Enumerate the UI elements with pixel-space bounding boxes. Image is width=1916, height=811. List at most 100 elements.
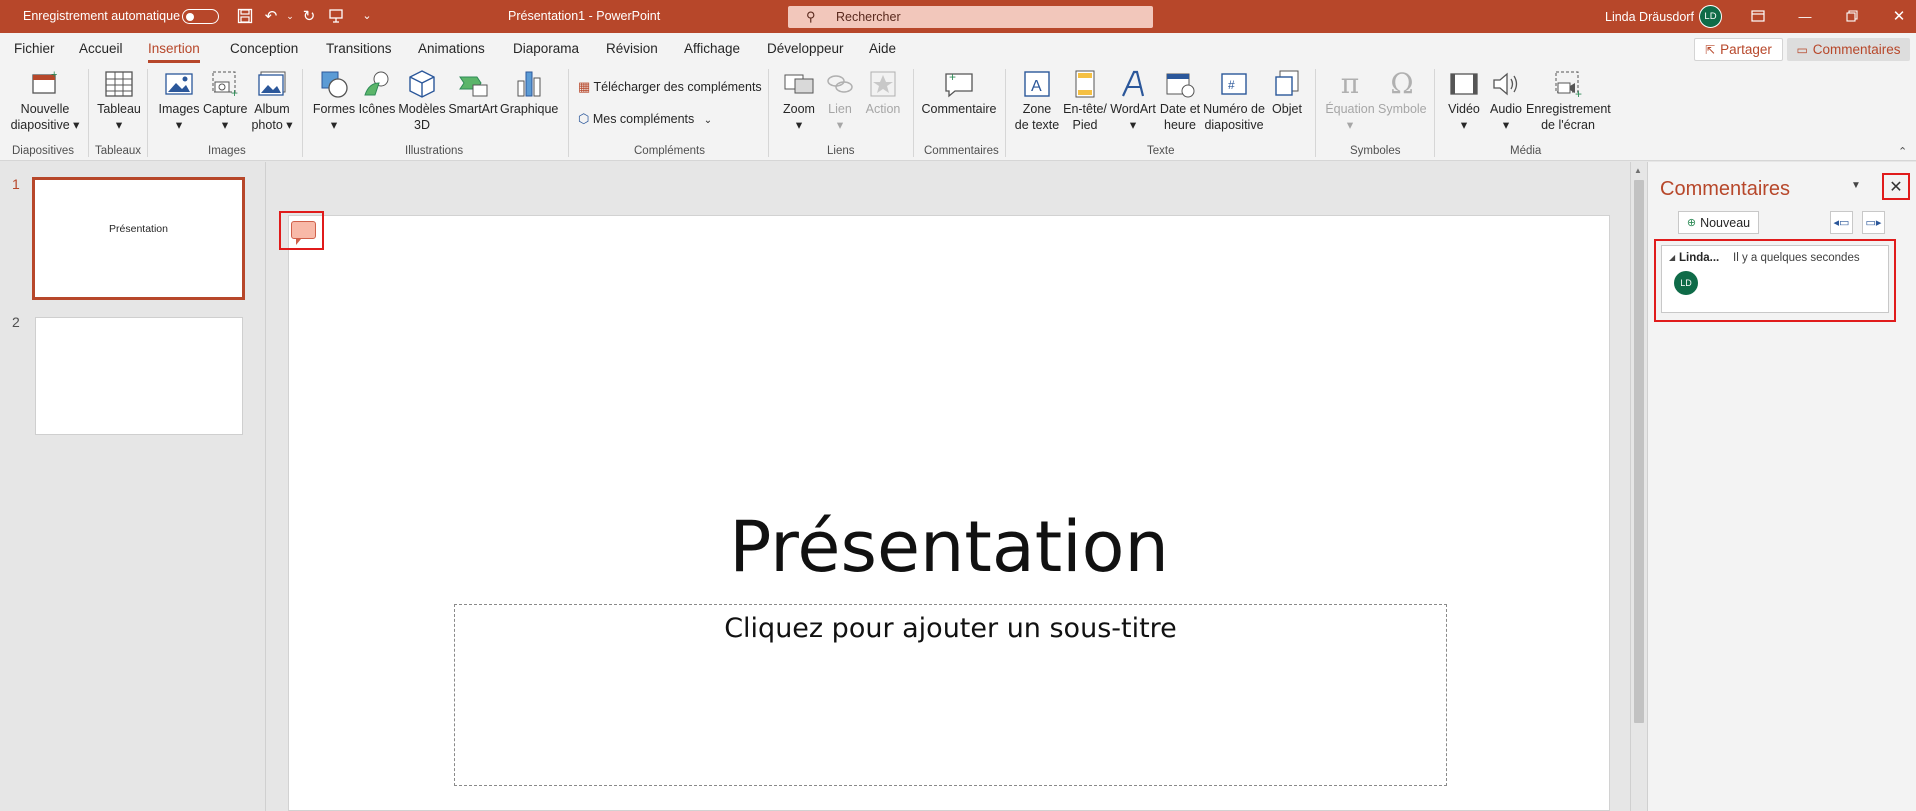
- save-icon[interactable]: [236, 7, 254, 25]
- restore-icon[interactable]: [1842, 6, 1862, 26]
- ribbon-display-icon[interactable]: [1748, 6, 1768, 26]
- new-slide-button[interactable]: + Nouvelle diapositive ▾: [9, 69, 81, 133]
- autosave-toggle[interactable]: [182, 9, 219, 24]
- video-button[interactable]: Vidéo ▾: [1442, 69, 1486, 133]
- ribbon: + Nouvelle diapositive ▾ Tableau ▾ Image…: [0, 65, 1916, 161]
- my-addins-button[interactable]: ⬡ Mes compléments ⌄: [578, 111, 712, 127]
- link-button[interactable]: Lien ▾: [820, 69, 860, 133]
- slide-thumbnails-pane: 1 Présentation 2: [0, 162, 266, 811]
- action-button[interactable]: Action: [862, 69, 904, 117]
- wordart-button[interactable]: WordArt ▾: [1108, 69, 1158, 133]
- avatar: LD: [1674, 271, 1698, 295]
- avatar[interactable]: LD: [1699, 5, 1722, 28]
- smartart-button[interactable]: SmartArt: [448, 69, 498, 117]
- slide-thumbnail-1[interactable]: Présentation: [32, 177, 245, 300]
- ribbon-tabs: Fichier Accueil Insertion Conception Tra…: [0, 33, 1916, 65]
- user-name[interactable]: Linda Dräusdorf: [1605, 10, 1694, 24]
- screenshot-icon: +: [212, 71, 238, 99]
- undo-dropdown-icon[interactable]: ⌄: [281, 7, 299, 25]
- chart-button[interactable]: Graphique: [500, 69, 558, 117]
- present-icon[interactable]: [327, 7, 345, 25]
- undo-icon[interactable]: ↶: [262, 7, 280, 25]
- share-button[interactable]: ⇱ Partager: [1694, 38, 1783, 61]
- slide-title[interactable]: Présentation: [289, 506, 1609, 588]
- group-label-liens: Liens: [827, 145, 855, 157]
- svg-text:#: #: [1228, 78, 1235, 92]
- comment-time: Il y a quelques secondes: [1733, 252, 1860, 264]
- header-footer-button[interactable]: En-tête/ Pied: [1062, 69, 1108, 133]
- group-label-diapositives: Diapositives: [12, 145, 74, 157]
- tab-insertion[interactable]: Insertion: [148, 41, 200, 63]
- tab-revision[interactable]: Révision: [606, 41, 658, 56]
- object-button[interactable]: Objet: [1268, 69, 1306, 117]
- slide-canvas[interactable]: Présentation Cliquez pour ajouter un sou…: [288, 215, 1610, 811]
- minimize-icon[interactable]: —: [1795, 6, 1815, 26]
- pane-options-icon[interactable]: ▼: [1851, 180, 1861, 191]
- table-button[interactable]: Tableau ▾: [96, 69, 142, 133]
- date-time-button[interactable]: Date et heure: [1158, 69, 1202, 133]
- slide-thumbnail-2[interactable]: [35, 317, 243, 435]
- shapes-button[interactable]: Formes ▾: [312, 69, 356, 133]
- search-placeholder: Rechercher: [836, 10, 901, 24]
- tab-animations[interactable]: Animations: [418, 41, 485, 56]
- images-button[interactable]: Images ▾: [155, 69, 203, 133]
- close-icon[interactable]: ✕: [1882, 173, 1910, 200]
- search-box[interactable]: ⚲ Rechercher: [788, 6, 1153, 28]
- comment-marker[interactable]: [279, 211, 324, 250]
- tab-transitions[interactable]: Transitions: [326, 41, 392, 56]
- scroll-up-icon[interactable]: ▲: [1634, 166, 1642, 175]
- chevron-down-icon: ⌄: [703, 115, 713, 126]
- comments-button[interactable]: ▭ Commentaires: [1787, 38, 1910, 61]
- tab-diaporama[interactable]: Diaporama: [513, 41, 579, 56]
- collapse-ribbon-icon[interactable]: ⌃: [1898, 145, 1907, 158]
- link-icon: [827, 75, 853, 93]
- wordart-icon: [1122, 70, 1145, 97]
- group-label-complements: Compléments: [634, 145, 705, 157]
- slide-thumbnail-title: Présentation: [109, 223, 168, 235]
- comment-card[interactable]: ◢ Linda... Il y a quelques secondes LD: [1661, 245, 1889, 313]
- svg-text:A: A: [1031, 78, 1042, 95]
- tab-aide[interactable]: Aide: [869, 41, 896, 56]
- icons-button[interactable]: Icônes: [356, 69, 398, 117]
- tab-affichage[interactable]: Affichage: [684, 41, 740, 56]
- group-label-illustrations: Illustrations: [405, 145, 464, 157]
- window-close-icon[interactable]: ✕: [1889, 6, 1909, 26]
- calendar-icon: [1166, 73, 1195, 98]
- screen-recording-button[interactable]: + Enregistrement de l'écran: [1526, 69, 1611, 133]
- subtitle-placeholder[interactable]: Cliquez pour ajouter un sous-titre: [454, 604, 1447, 786]
- comment-highlight: ◢ Linda... Il y a quelques secondes LD: [1654, 239, 1896, 322]
- tab-developpeur[interactable]: Développeur: [767, 41, 844, 56]
- redo-icon[interactable]: ↻: [300, 7, 318, 25]
- pi-icon: π: [1340, 67, 1360, 100]
- capture-button[interactable]: + Capture ▾: [203, 69, 247, 133]
- comment-add-icon: ⊕: [1686, 217, 1697, 229]
- zoom-button[interactable]: Zoom ▾: [778, 69, 820, 133]
- scrollbar-thumb[interactable]: [1634, 180, 1644, 723]
- tab-conception[interactable]: Conception: [230, 41, 298, 56]
- equation-button[interactable]: π Équation ▾: [1324, 69, 1376, 133]
- tab-accueil[interactable]: Accueil: [79, 41, 123, 56]
- tab-fichier[interactable]: Fichier: [14, 41, 55, 56]
- photo-album-button[interactable]: Album photo ▾: [250, 69, 294, 133]
- audio-button[interactable]: Audio ▾: [1486, 69, 1526, 133]
- text-box-button[interactable]: A Zone de texte: [1012, 69, 1062, 133]
- collapse-comment-icon[interactable]: ◢: [1669, 253, 1675, 262]
- text-box-icon: A: [1024, 71, 1050, 97]
- slide-number-icon: #: [1221, 73, 1247, 95]
- comment-add-icon: +: [945, 70, 973, 98]
- header-footer-icon: [1075, 70, 1095, 98]
- next-comment-icon[interactable]: ▭▸: [1862, 211, 1885, 234]
- customize-qat-icon[interactable]: ⌄: [358, 7, 376, 25]
- speaker-icon: [1493, 72, 1518, 96]
- new-comment-button[interactable]: + Commentaire: [920, 69, 998, 117]
- object-icon: [1275, 70, 1299, 96]
- 3d-models-button[interactable]: Modèles 3D: [398, 69, 446, 133]
- get-addins-button[interactable]: ▦ Télécharger des compléments: [578, 79, 762, 95]
- previous-comment-icon[interactable]: ◂▭: [1830, 211, 1853, 234]
- symbol-button[interactable]: Ω Symbole: [1378, 69, 1427, 117]
- slide-number-button[interactable]: # Numéro de diapositive: [1202, 69, 1266, 133]
- vertical-scrollbar[interactable]: ▲: [1630, 162, 1646, 811]
- new-comment-pane-button[interactable]: ⊕ Nouveau: [1678, 211, 1759, 234]
- svg-text:+: +: [231, 86, 238, 99]
- icons-icon: [364, 71, 389, 96]
